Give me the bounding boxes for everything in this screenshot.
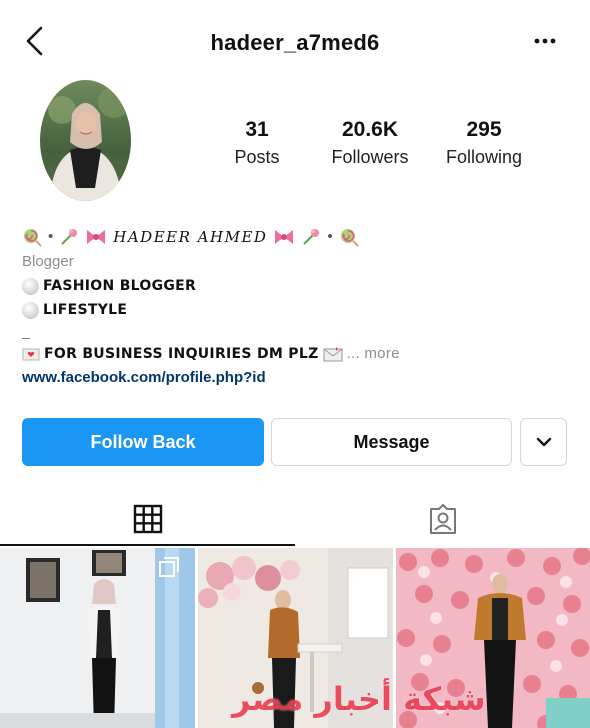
bio-dash: _ [22, 324, 30, 340]
bio-line-inquiry-text: FOR BUSINESS INQUIRIES DM PLZ [44, 346, 319, 362]
dot-separator: • [327, 228, 333, 245]
following-label: Following [445, 147, 523, 167]
flower-icon [61, 229, 78, 245]
bio-line-fashion-text: FASHION BLOGGER [43, 278, 197, 294]
display-name-line: • HADEER AHMED • [22, 224, 562, 250]
followers-count: 20.6K [341, 118, 399, 141]
stat-posts[interactable]: 31 Posts [220, 118, 294, 168]
flower-icon [303, 229, 320, 245]
bio-line-lifestyle-text: LIFESTYLE [43, 302, 128, 318]
chevron-down-icon [536, 437, 551, 447]
profile-category: Blogger [22, 253, 74, 270]
following-count: 295 [466, 118, 502, 141]
envelope-icon [323, 347, 343, 362]
white-circle-icon [22, 277, 39, 295]
suggested-accounts-button[interactable] [520, 418, 567, 466]
bio-more-link[interactable]: ... more [347, 342, 400, 366]
tab-posts-grid[interactable] [0, 494, 295, 546]
watermark-logo: شبكة أخبار مصر [232, 680, 486, 718]
grid-icon [133, 504, 162, 534]
lollipop-icon [340, 229, 359, 247]
bio-website-link[interactable]: www.facebook.com/profile.php?id [22, 366, 562, 390]
dot-separator: • [48, 228, 54, 245]
tagged-person-icon [429, 504, 456, 534]
stat-followers[interactable]: 20.6K Followers [318, 118, 422, 168]
posts-count: 31 [245, 118, 269, 141]
bio-line-fashion: FASHION BLOGGER [22, 274, 562, 298]
message-button[interactable]: Message [271, 418, 512, 466]
love-letter-icon [22, 348, 40, 361]
bio-line-inquiry: FOR BUSINESS INQUIRIES DM PLZ ... more [22, 342, 562, 366]
posts-label: Posts [234, 147, 280, 167]
profile-tabs [0, 494, 590, 546]
more-options-icon[interactable] [530, 32, 560, 50]
follow-back-button[interactable]: Follow Back [22, 418, 264, 466]
bow-icon [87, 230, 106, 244]
top-bar: hadeer_a7med6 [0, 0, 590, 82]
bow-icon [275, 230, 294, 244]
profile-bio: • HADEER AHMED • Blogger FASHION BLOGGER… [22, 224, 562, 390]
stat-following[interactable]: 295 Following [434, 118, 534, 168]
post-thumbnail[interactable] [0, 548, 195, 728]
tab-tagged[interactable] [295, 494, 590, 546]
profile-username: hadeer_a7med6 [210, 30, 380, 55]
display-name: HADEER AHMED [113, 228, 268, 246]
white-circle-icon [22, 301, 39, 319]
avatar[interactable] [40, 80, 131, 201]
bio-line-lifestyle: LIFESTYLE [22, 298, 562, 322]
followers-label: Followers [331, 147, 409, 167]
lollipop-icon [24, 229, 42, 247]
